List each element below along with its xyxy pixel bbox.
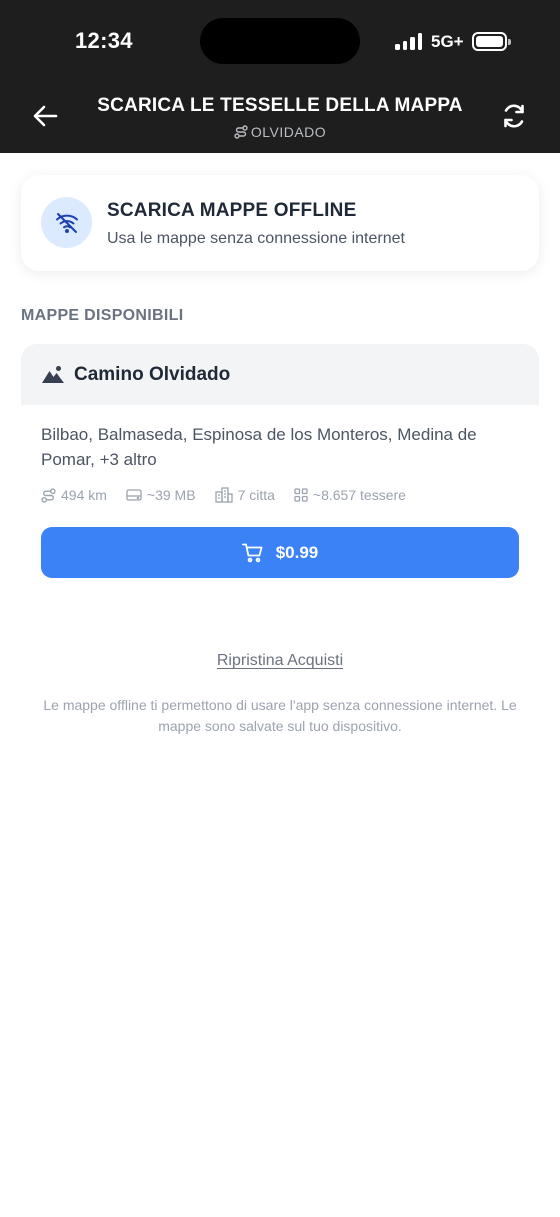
stat-cities: 7 citta bbox=[214, 487, 275, 503]
info-subtitle: Usa le mappe senza connessione internet bbox=[107, 230, 405, 247]
network-type: 5G+ bbox=[431, 32, 464, 51]
app-header: 12:34 5G+ SCARICA LE TESSELLE DELLA MAPP… bbox=[0, 0, 560, 153]
buy-button-label: $0.99 bbox=[275, 542, 319, 562]
cart-icon bbox=[241, 543, 263, 562]
page-subtitle: OLVIDADO bbox=[80, 124, 480, 140]
info-title: SCARICA MAPPE OFFLINE bbox=[107, 200, 357, 221]
map-name: Camino Olvidado bbox=[74, 364, 231, 385]
storage-icon bbox=[126, 489, 142, 501]
dynamic-island bbox=[200, 18, 360, 64]
buildings-icon bbox=[214, 487, 233, 503]
subtitle-text: OLVIDADO bbox=[250, 124, 327, 140]
route-icon bbox=[41, 487, 56, 503]
stat-size: ~39 MB bbox=[126, 487, 196, 503]
page-title: SCARICA LE TESSELLE DELLA MAPPA bbox=[97, 95, 463, 116]
mountain-icon bbox=[42, 366, 64, 383]
buy-button[interactable]: $0.99 bbox=[41, 527, 519, 578]
restore-purchases-link[interactable]: Ripristina Acquisti bbox=[0, 652, 560, 670]
map-card-header: Camino Olvidado bbox=[21, 344, 539, 405]
cellular-signal-icon bbox=[395, 33, 423, 50]
refresh-button[interactable] bbox=[498, 100, 530, 132]
stat-tiles: ~8.657 tessere bbox=[294, 487, 406, 503]
stat-size-value: ~39 MB bbox=[146, 487, 196, 503]
refresh-icon bbox=[504, 104, 524, 128]
map-cities: Bilbao, Balmaseda, Espinosa de los Monte… bbox=[41, 425, 477, 469]
status-time: 12:34 bbox=[75, 28, 133, 53]
offline-info-card: SCARICA MAPPE OFFLINE Usa le mappe senza… bbox=[21, 175, 539, 271]
map-stats: 494 km ~39 MB 7 citta ~8.657 tessere bbox=[41, 487, 425, 503]
grid-icon bbox=[294, 488, 308, 502]
stat-cities-value: 7 citta bbox=[237, 487, 275, 503]
stat-distance-value: 494 km bbox=[61, 487, 107, 503]
stat-distance: 494 km bbox=[41, 487, 107, 503]
map-card: Camino Olvidado Bilbao, Balmaseda, Espin… bbox=[21, 344, 539, 596]
wifi-off-icon bbox=[55, 212, 78, 233]
offline-footnote: Le mappe offline ti permettono di usare … bbox=[43, 697, 517, 734]
arrow-left-icon bbox=[33, 105, 58, 127]
section-label: MAPPE DISPONIBILI bbox=[21, 307, 184, 324]
stat-tiles-value: ~8.657 tessere bbox=[312, 487, 406, 503]
route-icon bbox=[234, 125, 248, 139]
back-button[interactable] bbox=[30, 100, 62, 132]
battery-full-icon bbox=[472, 32, 511, 51]
wifi-off-badge bbox=[41, 197, 92, 248]
